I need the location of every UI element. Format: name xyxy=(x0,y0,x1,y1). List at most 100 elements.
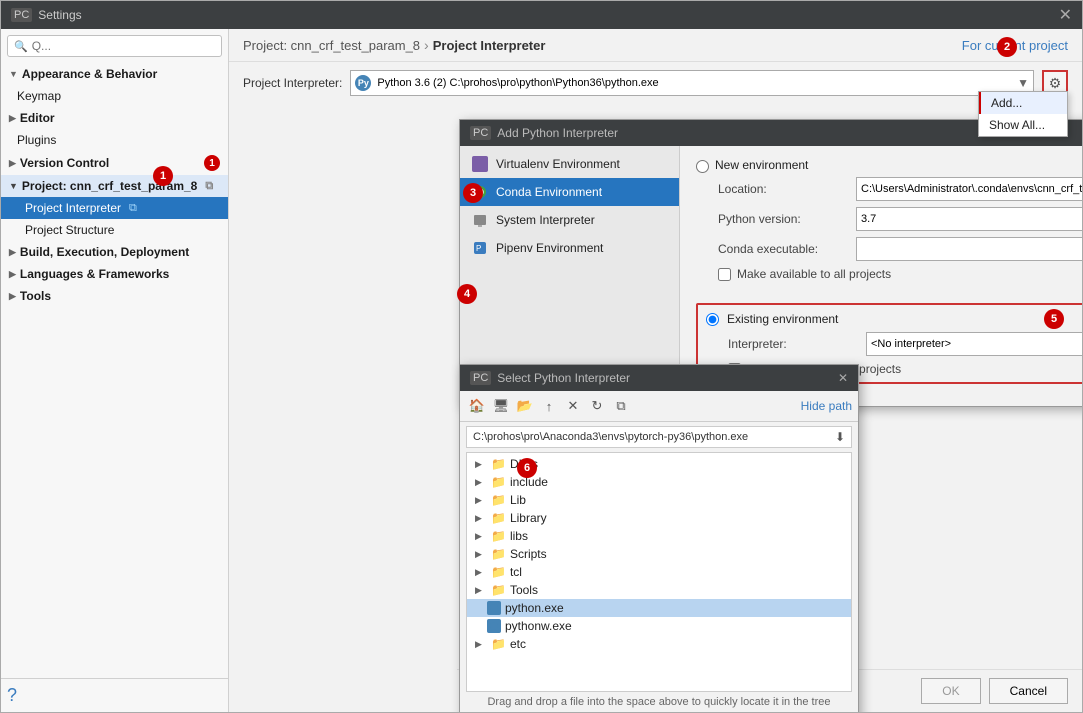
folder-label: Library xyxy=(510,511,547,525)
sidebar-item-project[interactable]: ▼ Project: cnn_crf_test_param_8 ⧉ xyxy=(1,175,228,197)
pythonw-exe-icon xyxy=(487,619,501,633)
refresh-btn[interactable]: ↻ xyxy=(586,395,608,417)
tree-item-python-exe[interactable]: python.exe xyxy=(467,599,851,617)
tree-item-tcl[interactable]: ▶ 📁 tcl xyxy=(467,563,851,581)
sidebar-item-project-interpreter[interactable]: Project Interpreter ⧉ xyxy=(1,197,228,219)
sidebar-label: Tools xyxy=(20,289,51,303)
sidebar-item-project-structure[interactable]: Project Structure xyxy=(1,219,228,241)
expand-icon: ▶ xyxy=(9,158,16,169)
tree-item-pythonw-exe[interactable]: pythonw.exe xyxy=(467,617,851,635)
file-toolbar: 🏠 🖥 📂 ↑ ✕ ↻ ⧉ Hide path xyxy=(460,391,858,422)
conda-exec-input[interactable] xyxy=(856,237,1082,261)
sidebar-item-appearance[interactable]: ▼ Appearance & Behavior xyxy=(1,63,228,85)
copy-btn[interactable]: ⧉ xyxy=(610,395,632,417)
gear-icon: ⚙ xyxy=(1049,75,1062,92)
search-input[interactable] xyxy=(32,39,215,53)
select-interp-titlebar: PC Select Python Interpreter ✕ xyxy=(460,365,858,391)
python-version-label: Python version: xyxy=(718,212,848,226)
make-available-checkbox[interactable] xyxy=(718,268,731,281)
hide-path-link[interactable]: Hide path xyxy=(801,399,852,413)
close-icon[interactable]: ✕ xyxy=(1059,5,1072,25)
delete-btn[interactable]: ✕ xyxy=(562,395,584,417)
search-box[interactable]: 🔍 xyxy=(7,35,222,57)
new-env-radio-row: New environment xyxy=(696,158,1082,173)
main-content: Project: cnn_crf_test_param_8 › Project … xyxy=(229,29,1082,712)
tree-item-lib[interactable]: ▶ 📁 Lib xyxy=(467,491,851,509)
settings-cancel-button[interactable]: Cancel xyxy=(989,678,1068,704)
breadcrumb-project: Project: cnn_crf_test_param_8 xyxy=(243,38,420,53)
conda-exec-row: Conda executable: 📁 xyxy=(718,237,1082,261)
tree-item-scripts[interactable]: ▶ 📁 Scripts xyxy=(467,545,851,563)
sidebar-label: Build, Execution, Deployment xyxy=(20,245,189,259)
tree-item-etc[interactable]: ▶ 📁 etc xyxy=(467,635,851,653)
sidebar-item-editor[interactable]: ▶ Editor xyxy=(1,107,228,129)
virtualenv-label: Virtualenv Environment xyxy=(496,157,620,171)
folder-label: Scripts xyxy=(510,547,547,561)
python-icon: Py xyxy=(355,75,371,91)
tree-item-tools[interactable]: ▶ 📁 Tools xyxy=(467,581,851,599)
path-value: C:\prohos\pro\Anaconda3\envs\pytorch-py3… xyxy=(473,431,831,443)
folder-icon: 📁 xyxy=(491,583,506,597)
window-icon: PC xyxy=(11,8,32,22)
settings-window: PC Settings ✕ 🔍 ▼ Appearance & Behavior … xyxy=(0,0,1083,713)
file-tree: ▶ 📁 DLLs ▶ 📁 include ▶ 📁 Lib xyxy=(466,452,852,692)
help-icon[interactable]: ? xyxy=(7,685,17,705)
sidebar-item-build[interactable]: ▶ Build, Execution, Deployment xyxy=(1,241,228,263)
existing-env-radio[interactable] xyxy=(706,313,719,326)
sidebar-item-languages[interactable]: ▶ Languages & Frameworks xyxy=(1,263,228,285)
sidebar-virtualenv[interactable]: Virtualenv Environment xyxy=(460,150,679,178)
folder-label: tcl xyxy=(510,565,522,579)
location-label: Location: xyxy=(718,182,848,196)
new-env-radio[interactable] xyxy=(696,160,709,173)
sidebar-system[interactable]: System Interpreter xyxy=(460,206,679,234)
folder-icon: 📁 xyxy=(491,637,506,651)
show-all-button[interactable]: Show All... xyxy=(979,114,1067,136)
sidebar-item-tools[interactable]: ▶ Tools xyxy=(1,285,228,307)
existing-env-label: Existing environment xyxy=(727,312,838,326)
sidebar-item-keymap[interactable]: Keymap xyxy=(1,85,228,107)
existing-env-radio-row: Existing environment xyxy=(706,311,1082,326)
sidebar-item-plugins[interactable]: Plugins xyxy=(1,129,228,151)
sidebar-label: Project Interpreter xyxy=(25,201,121,215)
interp-select[interactable]: <No interpreter> ▼ xyxy=(866,332,1082,356)
sidebar-label: Editor xyxy=(20,111,55,125)
location-input[interactable] xyxy=(856,177,1082,201)
settings-body: 🔍 ▼ Appearance & Behavior Keymap ▶ Edito… xyxy=(1,29,1082,712)
python-version-input[interactable] xyxy=(856,207,1082,231)
sidebar-label: Appearance & Behavior xyxy=(22,67,157,81)
expand-arrow-icon: ▶ xyxy=(475,567,487,578)
sidebar-conda[interactable]: Conda Environment xyxy=(460,178,679,206)
tree-item-libs[interactable]: ▶ 📁 libs xyxy=(467,527,851,545)
interpreter-select[interactable]: Py Python 3.6 (2) C:\prohos\pro\python\P… xyxy=(350,70,1034,96)
sidebar-label: Keymap xyxy=(17,89,61,103)
folder-icon: 📁 xyxy=(491,511,506,525)
add-button[interactable]: Add... xyxy=(979,92,1067,114)
interpreter-value: Python 3.6 (2) C:\prohos\pro\python\Pyth… xyxy=(377,77,1011,89)
sidebar-item-vcs[interactable]: ▶ Version Control 1 xyxy=(1,151,228,175)
sidebar-pipenv[interactable]: P Pipenv Environment xyxy=(460,234,679,262)
window-title: Settings xyxy=(38,8,81,22)
sidebar-items: ▼ Appearance & Behavior Keymap ▶ Editor … xyxy=(1,63,228,678)
folder-label: Tools xyxy=(510,583,538,597)
vcs-badge: 1 xyxy=(204,155,220,171)
svg-text:P: P xyxy=(476,244,481,253)
settings-ok-button[interactable]: OK xyxy=(921,678,980,704)
location-row: Location: 📁 xyxy=(718,177,1082,201)
home-btn[interactable]: 🏠 xyxy=(466,395,488,417)
pipenv-icon: P xyxy=(472,240,488,256)
new-env-section: New environment Location: 📁 xyxy=(696,158,1082,281)
desktop-btn[interactable]: 🖥 xyxy=(490,395,512,417)
interp-value: <No interpreter> xyxy=(871,338,951,350)
python-exe-icon xyxy=(487,601,501,615)
up-btn[interactable]: ↑ xyxy=(538,395,560,417)
add-interp-title: Add Python Interpreter xyxy=(497,126,618,140)
dropdown-arrow-icon: ▼ xyxy=(1017,76,1029,90)
expand-arrow-icon: ▶ xyxy=(475,513,487,524)
interpreter-row: Project Interpreter: Py Python 3.6 (2) C… xyxy=(229,62,1082,104)
expand-arrow-icon: ▶ xyxy=(475,477,487,488)
system-label: System Interpreter xyxy=(496,213,595,227)
folder-icon: 📁 xyxy=(491,493,506,507)
folder-btn[interactable]: 📂 xyxy=(514,395,536,417)
tree-item-library[interactable]: ▶ 📁 Library xyxy=(467,509,851,527)
select-interp-close-icon[interactable]: ✕ xyxy=(838,371,848,385)
